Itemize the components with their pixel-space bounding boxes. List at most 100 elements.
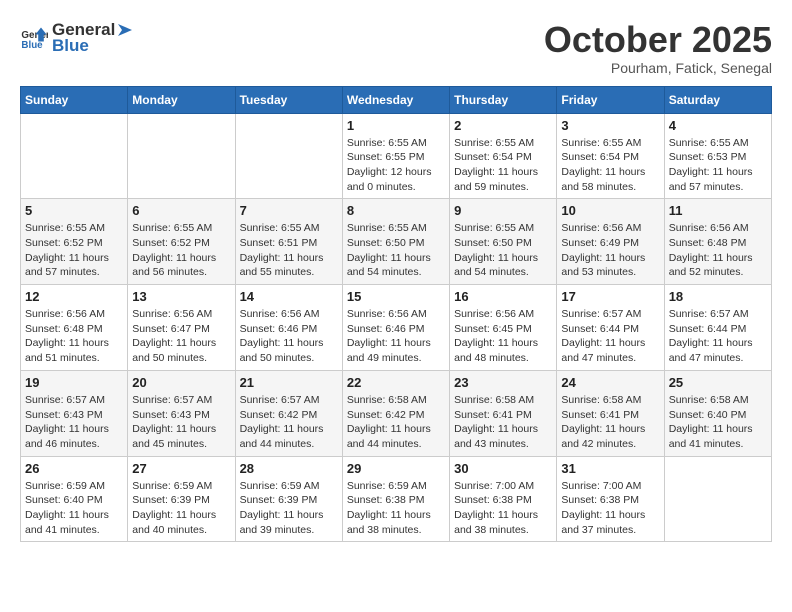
calendar-cell [128, 113, 235, 199]
day-info: Sunrise: 6:56 AMSunset: 6:45 PMDaylight:… [454, 307, 552, 366]
day-info: Sunrise: 6:56 AMSunset: 6:47 PMDaylight:… [132, 307, 230, 366]
day-number: 8 [347, 203, 445, 218]
day-info: Sunrise: 6:55 AMSunset: 6:50 PMDaylight:… [347, 221, 445, 280]
calendar-cell: 12 Sunrise: 6:56 AMSunset: 6:48 PMDayligh… [21, 285, 128, 371]
day-number: 13 [132, 289, 230, 304]
weekday-header-monday: Monday [128, 86, 235, 113]
calendar-cell: 15 Sunrise: 6:56 AMSunset: 6:46 PMDayligh… [342, 285, 449, 371]
calendar-cell: 23 Sunrise: 6:58 AMSunset: 6:41 PMDayligh… [450, 370, 557, 456]
day-info: Sunrise: 6:56 AMSunset: 6:49 PMDaylight:… [561, 221, 659, 280]
day-number: 9 [454, 203, 552, 218]
weekday-header-thursday: Thursday [450, 86, 557, 113]
day-number: 20 [132, 375, 230, 390]
day-number: 26 [25, 461, 123, 476]
day-info: Sunrise: 6:55 AMSunset: 6:55 PMDaylight:… [347, 136, 445, 195]
calendar-cell: 1 Sunrise: 6:55 AMSunset: 6:55 PMDaylight… [342, 113, 449, 199]
weekday-header-sunday: Sunday [21, 86, 128, 113]
day-number: 12 [25, 289, 123, 304]
logo: General Blue General Blue [20, 20, 135, 56]
logo-arrow-icon [116, 21, 134, 39]
day-number: 14 [240, 289, 338, 304]
weekday-header-saturday: Saturday [664, 86, 771, 113]
day-info: Sunrise: 6:56 AMSunset: 6:48 PMDaylight:… [25, 307, 123, 366]
day-number: 29 [347, 461, 445, 476]
calendar-cell: 2 Sunrise: 6:55 AMSunset: 6:54 PMDaylight… [450, 113, 557, 199]
calendar-cell: 30Sunrise: 7:00 AMSunset: 6:38 PMDayligh… [450, 456, 557, 542]
calendar-cell: 18 Sunrise: 6:57 AMSunset: 6:44 PMDayligh… [664, 285, 771, 371]
day-info: Sunrise: 6:55 AMSunset: 6:52 PMDaylight:… [132, 221, 230, 280]
weekday-header-wednesday: Wednesday [342, 86, 449, 113]
day-info: Sunrise: 7:00 AMSunset: 6:38 PMDaylight:… [454, 479, 552, 538]
day-info: Sunrise: 6:55 AMSunset: 6:54 PMDaylight:… [561, 136, 659, 195]
day-number: 22 [347, 375, 445, 390]
calendar-cell: 10 Sunrise: 6:56 AMSunset: 6:49 PMDayligh… [557, 199, 664, 285]
day-number: 23 [454, 375, 552, 390]
calendar-cell: 28 Sunrise: 6:59 AMSunset: 6:39 PMDayligh… [235, 456, 342, 542]
logo-icon: General Blue [20, 24, 48, 52]
day-number: 16 [454, 289, 552, 304]
day-number: 18 [669, 289, 767, 304]
day-info: Sunrise: 6:55 AMSunset: 6:51 PMDaylight:… [240, 221, 338, 280]
page-header: General Blue General Blue October 2025 P… [20, 20, 772, 76]
day-info: Sunrise: 6:57 AMSunset: 6:42 PMDaylight:… [240, 393, 338, 452]
calendar-cell: 6 Sunrise: 6:55 AMSunset: 6:52 PMDaylight… [128, 199, 235, 285]
calendar-cell: 27 Sunrise: 6:59 AMSunset: 6:39 PMDayligh… [128, 456, 235, 542]
day-number: 5 [25, 203, 123, 218]
calendar-cell: 25 Sunrise: 6:58 AMSunset: 6:40 PMDayligh… [664, 370, 771, 456]
day-number: 15 [347, 289, 445, 304]
day-info: Sunrise: 6:57 AMSunset: 6:44 PMDaylight:… [561, 307, 659, 366]
calendar-cell [21, 113, 128, 199]
weekday-header-tuesday: Tuesday [235, 86, 342, 113]
day-info: Sunrise: 6:57 AMSunset: 6:43 PMDaylight:… [25, 393, 123, 452]
day-number: 19 [25, 375, 123, 390]
day-info: Sunrise: 6:57 AMSunset: 6:43 PMDaylight:… [132, 393, 230, 452]
day-number: 11 [669, 203, 767, 218]
day-number: 28 [240, 461, 338, 476]
day-number: 10 [561, 203, 659, 218]
day-number: 17 [561, 289, 659, 304]
calendar-cell: 22 Sunrise: 6:58 AMSunset: 6:42 PMDayligh… [342, 370, 449, 456]
day-info: Sunrise: 6:59 AMSunset: 6:39 PMDaylight:… [240, 479, 338, 538]
day-info: Sunrise: 6:57 AMSunset: 6:44 PMDaylight:… [669, 307, 767, 366]
day-info: Sunrise: 6:55 AMSunset: 6:50 PMDaylight:… [454, 221, 552, 280]
day-info: Sunrise: 6:56 AMSunset: 6:46 PMDaylight:… [347, 307, 445, 366]
day-number: 6 [132, 203, 230, 218]
day-number: 2 [454, 118, 552, 133]
calendar-cell: 29Sunrise: 6:59 AMSunset: 6:38 PMDayligh… [342, 456, 449, 542]
calendar-cell: 3 Sunrise: 6:55 AMSunset: 6:54 PMDaylight… [557, 113, 664, 199]
day-number: 7 [240, 203, 338, 218]
day-number: 31 [561, 461, 659, 476]
day-info: Sunrise: 6:55 AMSunset: 6:53 PMDaylight:… [669, 136, 767, 195]
day-number: 27 [132, 461, 230, 476]
day-info: Sunrise: 7:00 AMSunset: 6:38 PMDaylight:… [561, 479, 659, 538]
location: Pourham, Fatick, Senegal [544, 60, 772, 76]
calendar-cell: 13 Sunrise: 6:56 AMSunset: 6:47 PMDayligh… [128, 285, 235, 371]
day-info: Sunrise: 6:55 AMSunset: 6:54 PMDaylight:… [454, 136, 552, 195]
day-info: Sunrise: 6:58 AMSunset: 6:41 PMDaylight:… [454, 393, 552, 452]
day-info: Sunrise: 6:59 AMSunset: 6:40 PMDaylight:… [25, 479, 123, 538]
day-number: 1 [347, 118, 445, 133]
day-info: Sunrise: 6:56 AMSunset: 6:46 PMDaylight:… [240, 307, 338, 366]
calendar-cell: 17 Sunrise: 6:57 AMSunset: 6:44 PMDayligh… [557, 285, 664, 371]
weekday-header-friday: Friday [557, 86, 664, 113]
calendar-cell: 4 Sunrise: 6:55 AMSunset: 6:53 PMDaylight… [664, 113, 771, 199]
calendar-cell: 26 Sunrise: 6:59 AMSunset: 6:40 PMDayligh… [21, 456, 128, 542]
day-info: Sunrise: 6:58 AMSunset: 6:42 PMDaylight:… [347, 393, 445, 452]
calendar-table: SundayMondayTuesdayWednesdayThursdayFrid… [20, 86, 772, 543]
calendar-cell: 20 Sunrise: 6:57 AMSunset: 6:43 PMDayligh… [128, 370, 235, 456]
month-title: October 2025 [544, 20, 772, 60]
day-number: 21 [240, 375, 338, 390]
day-info: Sunrise: 6:59 AMSunset: 6:39 PMDaylight:… [132, 479, 230, 538]
day-number: 25 [669, 375, 767, 390]
calendar-cell: 21 Sunrise: 6:57 AMSunset: 6:42 PMDayligh… [235, 370, 342, 456]
calendar-cell: 14 Sunrise: 6:56 AMSunset: 6:46 PMDayligh… [235, 285, 342, 371]
day-info: Sunrise: 6:58 AMSunset: 6:40 PMDaylight:… [669, 393, 767, 452]
calendar-cell: 19 Sunrise: 6:57 AMSunset: 6:43 PMDayligh… [21, 370, 128, 456]
calendar-cell [235, 113, 342, 199]
day-number: 4 [669, 118, 767, 133]
day-number: 3 [561, 118, 659, 133]
day-info: Sunrise: 6:58 AMSunset: 6:41 PMDaylight:… [561, 393, 659, 452]
day-number: 24 [561, 375, 659, 390]
calendar-cell: 31 Sunrise: 7:00 AMSunset: 6:38 PMDayligh… [557, 456, 664, 542]
calendar-cell: 8 Sunrise: 6:55 AMSunset: 6:50 PMDaylight… [342, 199, 449, 285]
